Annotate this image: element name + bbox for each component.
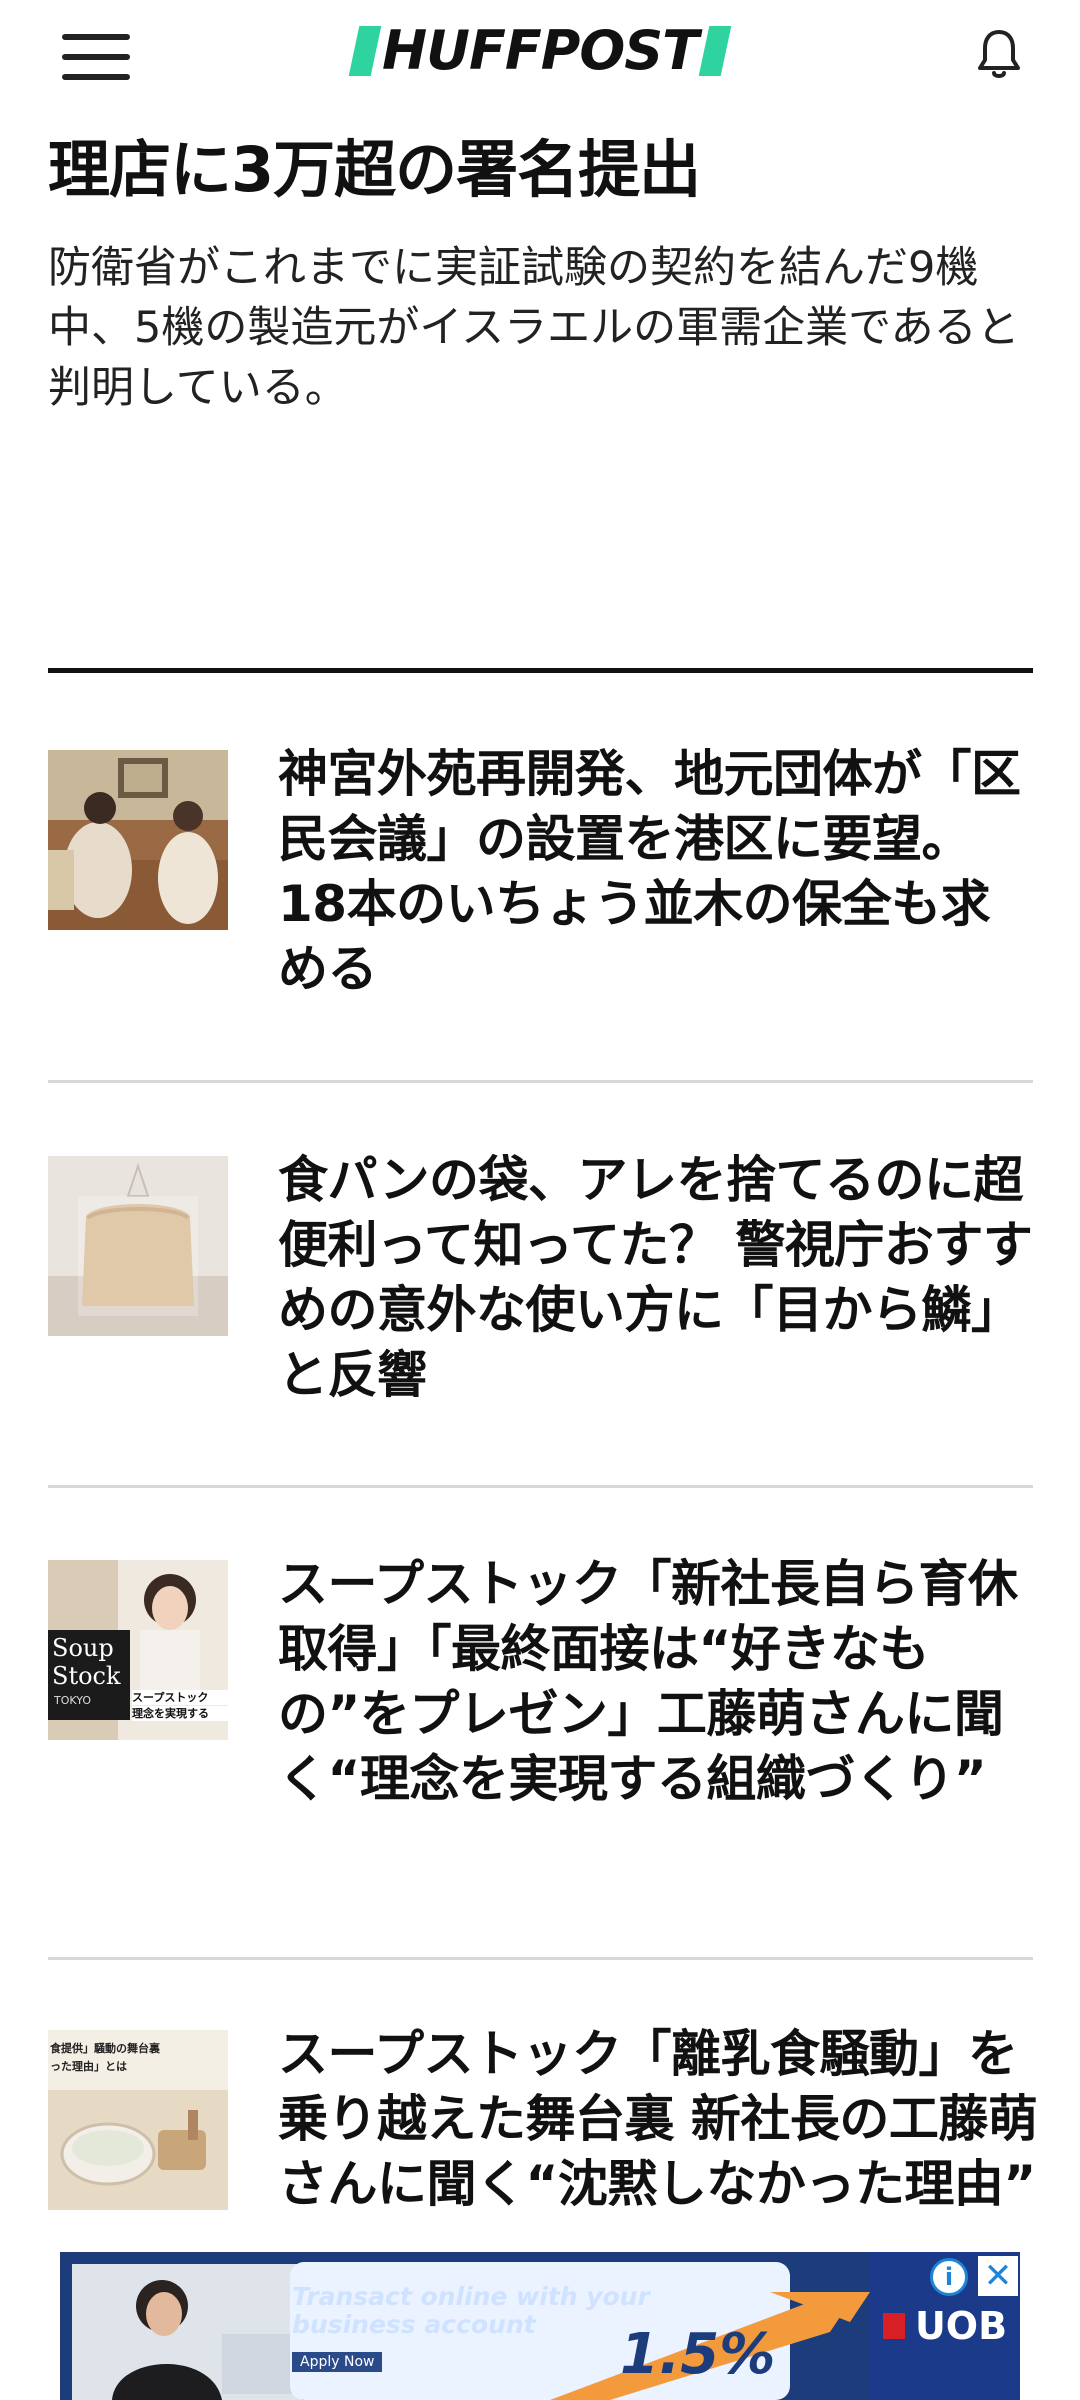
ad-brand-text: UOB <box>914 2304 1008 2348</box>
huffpost-logo[interactable]: HUFFPOST <box>336 22 744 80</box>
thumb-caption-1: 食提供」騒動の舞台裏 <box>50 2042 160 2055</box>
ad-apply-button[interactable]: Apply Now <box>292 2352 383 2372</box>
logo-left-bar <box>348 26 382 76</box>
ad-info-icon[interactable]: i <box>930 2258 968 2296</box>
ad-copy-line1: Transact online with your <box>292 2282 650 2311</box>
article-headline[interactable]: 神宮外苑再開発、地元団体が「区民会議」の設置を港区に要望。18本のいちょう並木の… <box>278 742 1038 1002</box>
logo-right-bar <box>698 26 732 76</box>
article-thumbnail[interactable] <box>48 1156 228 1336</box>
ad-close-icon[interactable]: ✕ <box>978 2256 1018 2296</box>
uob-logo-icon <box>882 2313 905 2339</box>
article-headline[interactable]: 食パンの袋、アレを捨てるのに超便利って知ってた？ 警視庁おすすめの意外な使い方に… <box>278 1148 1038 1408</box>
article-divider <box>48 1957 1033 1960</box>
thumb-tokyo-text: TOKYO <box>54 1694 91 1707</box>
article-thumbnail[interactable]: 食提供」騒動の舞台裏 った理由」とは <box>48 2030 228 2210</box>
logo-text: HUFFPOST <box>381 19 699 82</box>
lead-story-headline[interactable]: 理店に3万超の署名提出 <box>48 130 1038 210</box>
lead-story-dek: 防衛省がこれまでに実証試験の契約を結んだ9機中、5機の製造元がイスラエルの軍需企… <box>48 243 1020 413</box>
article-headline[interactable]: スープストック「離乳食騒動」を乗り越えた舞台裏 新社長の工藤萌さんに聞く“沈黙し… <box>278 2022 1038 2217</box>
ad-copy-line2: business account <box>292 2310 536 2339</box>
ad-person-image <box>72 2264 302 2400</box>
article-divider <box>48 1485 1033 1488</box>
hamburger-menu-icon[interactable] <box>62 34 130 82</box>
thumb-soup-text: Soup <box>52 1634 114 1662</box>
article-thumbnail[interactable]: Soup Stock TOKYO スープストック 理念を実現する <box>48 1560 228 1740</box>
thumb-caption-1: スープストック <box>132 1690 228 1705</box>
ad-rate-text: 1.5% <box>620 2322 776 2387</box>
article-thumbnail[interactable] <box>48 750 228 930</box>
thumb-caption-2: った理由」とは <box>50 2060 127 2073</box>
article-headline[interactable]: スープストック「新社長自ら育休取得」「最終面接は“好きなもの”をプレゼン」工藤萌… <box>278 1552 1038 1812</box>
section-divider <box>48 668 1033 673</box>
notification-bell-icon[interactable] <box>975 26 1023 82</box>
top-navigation-bar: HUFFPOST <box>0 0 1080 110</box>
thumb-caption-2: 理念を実現する <box>132 1706 228 1721</box>
thumb-stock-text: Stock <box>52 1662 121 1690</box>
article-divider <box>48 1080 1033 1083</box>
ad-banner[interactable]: Transact online with your business accou… <box>60 2252 1020 2400</box>
